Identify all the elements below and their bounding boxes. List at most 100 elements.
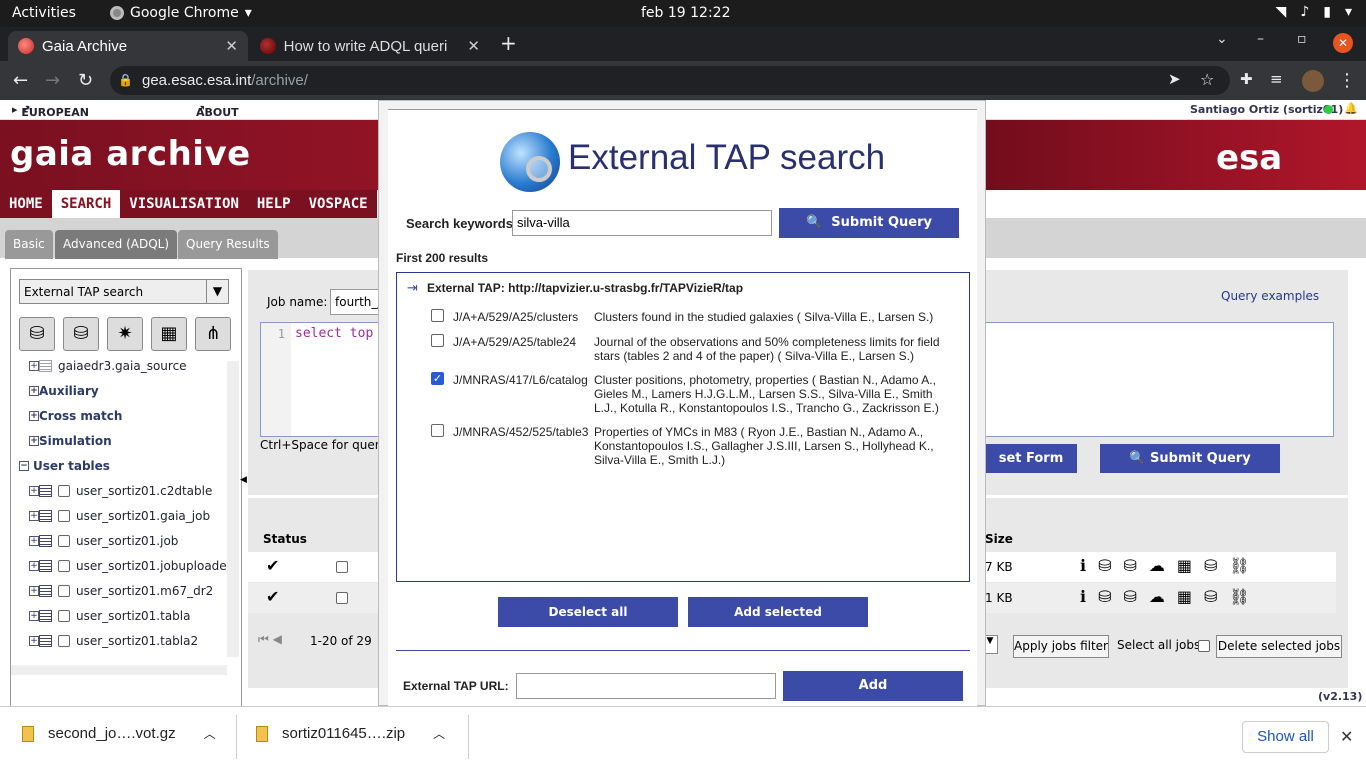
close-window-icon[interactable]: ✕ — [1333, 33, 1353, 53]
download-filename: second_jo….vot.gz — [48, 725, 176, 742]
tree-item-user-tables[interactable]: − User tables — [19, 459, 110, 473]
app-menu[interactable]: Google Chrome ▾ — [110, 5, 252, 21]
reading-list-icon[interactable]: ≡ — [1270, 70, 1283, 88]
user-name[interactable]: Santiago Ortiz (sortiz01) — [1190, 103, 1343, 116]
tab-advanced-adql[interactable]: Advanced (ADQL) — [55, 230, 178, 259]
add-tap-url-button[interactable]: Add — [783, 671, 963, 701]
dropdown-value: External TAP search — [24, 285, 144, 299]
tab-basic[interactable]: Basic — [5, 230, 53, 259]
system-tray[interactable]: ◥ ♪ ▮ ▾ — [1276, 4, 1352, 20]
user-table-item[interactable]: + user_sortiz01.tabla — [29, 609, 191, 623]
pager-prev-icons[interactable]: ⏮ ◀ — [258, 632, 282, 647]
tree-item[interactable]: + gaiaedr3.gaia_source — [29, 359, 187, 373]
job-actions-icons[interactable]: ℹ⛁⛁☁▦⛁⛓ — [1080, 556, 1262, 575]
tree-item-simulation[interactable]: + Simulation — [29, 434, 112, 448]
gaia-archive-logo[interactable]: gaia archive — [10, 134, 251, 174]
tree-item-cross-match[interactable]: + Cross match — [29, 409, 122, 423]
tap-source-dropdown[interactable]: External TAP search ▼ — [19, 279, 229, 304]
submit-query-button[interactable]: 🔍 Submit Query — [1100, 444, 1280, 473]
user-table-item[interactable]: + user_sortiz01.tabla2 — [29, 634, 198, 648]
user-table-item[interactable]: + user_sortiz01.gaia_job — [29, 509, 210, 523]
tap-url-input[interactable] — [516, 673, 776, 699]
online-status-icon — [1324, 105, 1333, 114]
bookmark-star-icon[interactable]: ☆ — [1200, 70, 1214, 89]
user-table-item[interactable]: + user_sortiz01.c2dtable — [29, 484, 212, 498]
nav-vospace[interactable]: VOSPACE — [300, 190, 377, 218]
upload-table-icon[interactable]: ⛁ — [19, 317, 55, 351]
nav-help[interactable]: HELP — [248, 190, 300, 218]
nav-visualisation[interactable]: VISUALISATION — [120, 190, 248, 218]
job-actions-icons[interactable]: ℹ⛁⛁☁▦⛁⛓ — [1080, 587, 1262, 606]
job-name-label: Job name: — [267, 295, 328, 309]
query-examples-link[interactable]: Query examples — [1221, 289, 1319, 303]
delete-selected-jobs-button[interactable]: Delete selected jobs — [1216, 635, 1342, 658]
result-checkbox[interactable] — [431, 424, 444, 437]
tab-search-icon[interactable]: ⌄ — [1216, 31, 1228, 47]
tab-query-results[interactable]: Query Results — [178, 230, 278, 259]
maximize-icon[interactable]: ▫ — [1297, 31, 1307, 47]
nav-home[interactable]: HOME — [0, 190, 52, 218]
forward-icon[interactable]: → — [45, 70, 60, 91]
tab-adql-help[interactable]: How to write ADQL queri ✕ — [250, 31, 490, 61]
tree-scrollbar[interactable] — [227, 361, 239, 657]
tree-hscrollbar[interactable] — [11, 665, 227, 675]
lock-icon[interactable]: 🔒 — [118, 73, 133, 87]
select-all-checkbox[interactable] — [1198, 640, 1210, 652]
address-bar[interactable]: gea.esac.esa.int/archive/ — [110, 66, 1230, 95]
job-checkbox[interactable] — [336, 592, 348, 604]
deselect-all-button[interactable]: Deselect all — [498, 597, 678, 627]
share-icon[interactable]: ⋔ — [195, 317, 231, 351]
download-item[interactable]: second_jo….vot.gz ︿ — [22, 725, 216, 742]
star-icon[interactable]: ✷ — [107, 317, 143, 351]
table-icon[interactable]: ▦ — [151, 317, 187, 351]
volume-icon: ♪ — [1300, 4, 1310, 20]
result-item[interactable]: ✓ J/MNRAS/417/L6/catalog Cluster positio… — [397, 372, 969, 420]
esa-link[interactable]: ▸ EUROPEAN SPACE AGENCY ↗ — [12, 103, 89, 145]
collapse-panel-icon[interactable]: ◀ — [240, 475, 247, 485]
activities-button[interactable]: Activities — [12, 5, 76, 21]
close-tab-icon[interactable]: ✕ — [467, 37, 480, 55]
service-label: External TAP: http://tapvizier.u-strasbg… — [427, 281, 744, 295]
chevron-up-icon[interactable]: ︿ — [433, 725, 445, 742]
database-icon[interactable]: ⛁ — [63, 317, 99, 351]
new-tab-icon[interactable]: + — [500, 31, 517, 55]
job-size: 7 KB — [985, 560, 1013, 574]
reload-icon[interactable]: ↻ — [78, 70, 93, 91]
about-esac-link[interactable]: ABOUT ESAC ↗ — [196, 103, 239, 132]
download-filename: sortiz011645….zip — [282, 725, 406, 742]
job-checkbox[interactable] — [336, 561, 348, 573]
add-selected-button[interactable]: Add selected — [688, 597, 868, 627]
user-table-item[interactable]: + user_sortiz01.m67_dr2 — [29, 584, 213, 598]
chevron-up-icon[interactable]: ︿ — [204, 725, 216, 742]
result-checkbox[interactable] — [431, 334, 444, 347]
download-item[interactable]: sortiz011645….zip ︿ — [256, 725, 445, 742]
tree-item-auxiliary[interactable]: + Auxiliary — [29, 384, 99, 398]
result-checkbox-checked[interactable]: ✓ — [431, 372, 444, 385]
user-table-item[interactable]: + user_sortiz01.job — [29, 534, 178, 548]
result-item[interactable]: J/A+A/529/A25/clusters Clusters found in… — [397, 309, 969, 331]
result-id: J/MNRAS/417/L6/catalog — [453, 373, 588, 387]
result-item[interactable]: J/MNRAS/452/525/table3 Properties of YMC… — [397, 424, 969, 472]
back-icon[interactable]: ← — [13, 70, 28, 91]
send-icon[interactable]: ➤ — [1168, 70, 1181, 88]
tab-gaia-archive[interactable]: Gaia Archive ✕ — [8, 31, 248, 61]
bell-icon[interactable]: 🔔 — [1344, 102, 1358, 115]
menu-kebab-icon[interactable]: ⋮ — [1338, 70, 1356, 91]
close-downloads-icon[interactable]: ✕ — [1340, 727, 1353, 746]
apply-jobs-filter-button[interactable]: Apply jobs filter — [1013, 635, 1109, 658]
keywords-input[interactable]: silva-villa — [512, 210, 772, 236]
user-table-item[interactable]: + user_sortiz01.jobuploaded — [29, 559, 234, 573]
close-tab-icon[interactable]: ✕ — [225, 37, 238, 55]
avatar[interactable] — [1302, 70, 1324, 92]
nav-search[interactable]: SEARCH — [51, 190, 121, 218]
result-description: Journal of the observations and 50% comp… — [594, 335, 940, 363]
clock[interactable]: feb 19 12:22 — [641, 5, 731, 21]
collapse-service-icon[interactable]: ⇥ — [407, 281, 418, 296]
result-checkbox[interactable] — [431, 309, 444, 322]
extensions-icon[interactable]: ✚ — [1240, 70, 1253, 88]
show-all-button[interactable]: Show all — [1242, 721, 1329, 753]
minimize-icon[interactable]: – — [1257, 31, 1264, 47]
result-item[interactable]: J/A+A/529/A25/table24 Journal of the obs… — [397, 334, 969, 368]
reset-form-button[interactable]: set Form — [985, 444, 1077, 473]
submit-query-button[interactable]: 🔍 Submit Query — [779, 208, 959, 238]
